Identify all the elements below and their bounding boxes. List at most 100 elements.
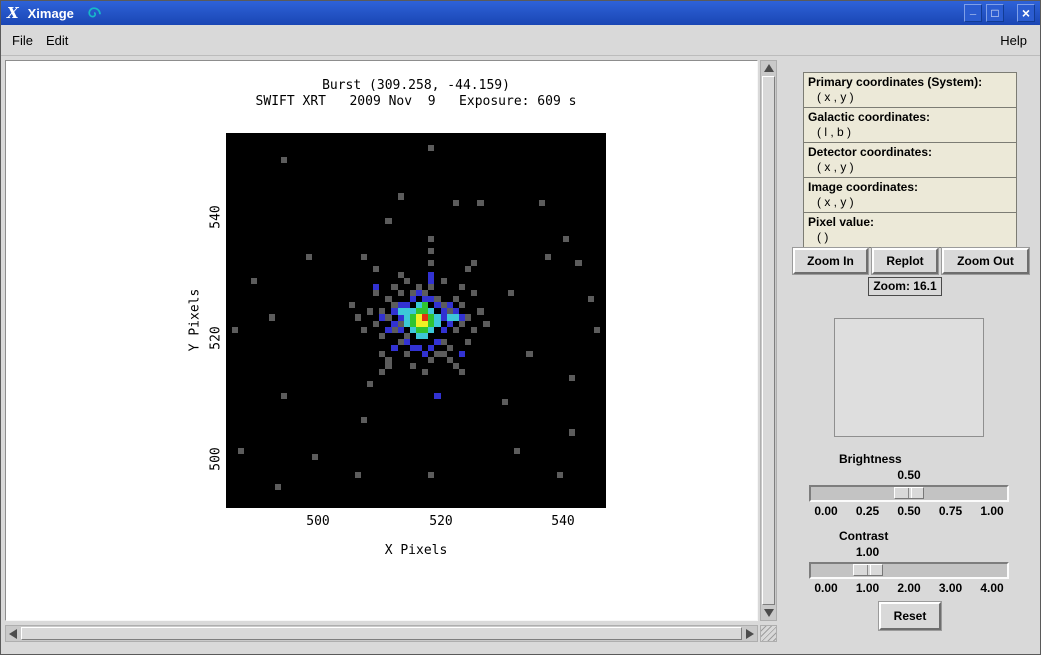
image-pixel: [385, 218, 391, 224]
image-pixel: [434, 339, 440, 345]
image-pixel: [471, 327, 477, 333]
vertical-scroll-thumb[interactable]: [762, 76, 775, 605]
horizontal-scrollbar[interactable]: [5, 625, 758, 642]
image-plot[interactable]: [226, 133, 606, 508]
image-pixel: [385, 363, 391, 369]
minimize-button[interactable]: _: [964, 4, 982, 22]
contrast-slider[interactable]: [809, 562, 1009, 579]
image-pixel: [306, 254, 312, 260]
image-pixel: [422, 333, 428, 339]
tick-label: 1.00: [980, 504, 1003, 518]
menubar: File Edit Help: [1, 25, 1040, 56]
brightness-slider-handle[interactable]: [894, 487, 924, 499]
pan-overview-box[interactable]: [834, 318, 984, 437]
image-pixel: [563, 236, 569, 242]
image-pixel: [575, 260, 581, 266]
tick-label: 0.00: [814, 504, 837, 518]
y-tick-label: 540: [209, 205, 224, 228]
tick-label: 2.00: [897, 581, 920, 595]
menu-file[interactable]: File: [5, 25, 40, 56]
image-pixel: [385, 327, 391, 333]
image-pixel: [238, 448, 244, 454]
tick-label: 1.00: [856, 581, 879, 595]
image-pixel: [477, 308, 483, 314]
image-pixel: [465, 266, 471, 272]
minimize-icon: _: [970, 7, 976, 13]
image-pixel: [477, 200, 483, 206]
coord-label: Image coordinates:: [808, 180, 1014, 194]
window-controls: _ □ ×: [960, 4, 1035, 22]
zoom-out-button[interactable]: Zoom Out: [942, 248, 1029, 274]
image-pixel: [232, 327, 238, 333]
image-pixel: [251, 278, 257, 284]
image-pixel: [367, 308, 373, 314]
contrast-value: 1.00: [856, 545, 879, 559]
close-button[interactable]: ×: [1017, 4, 1035, 22]
scroll-left-icon[interactable]: [9, 629, 17, 639]
coordinate-panel: Primary coordinates (System): ( x , y ) …: [803, 73, 1017, 248]
vertical-scrollbar[interactable]: [760, 60, 777, 621]
image-pixel: [428, 278, 434, 284]
plot-title: Burst (309.258, -44.159): [186, 78, 646, 93]
resize-grip[interactable]: [760, 625, 777, 642]
image-pixel: [459, 284, 465, 290]
image-pixel: [428, 284, 434, 290]
image-pixel: [557, 472, 563, 478]
image-pixel: [312, 454, 318, 460]
image-pixel: [447, 345, 453, 351]
coord-value: ( ): [808, 230, 1014, 244]
reset-button[interactable]: Reset: [879, 602, 941, 630]
replot-button[interactable]: Replot: [872, 248, 938, 274]
image-pixel: [483, 321, 489, 327]
image-pixel: [281, 157, 287, 163]
image-pixel: [453, 327, 459, 333]
image-pixel: [422, 327, 428, 333]
image-pixel: [441, 278, 447, 284]
brightness-value: 0.50: [897, 468, 920, 482]
image-pixel: [373, 266, 379, 272]
image-pixel: [391, 345, 397, 351]
image-pixel: [361, 417, 367, 423]
horizontal-scroll-thumb[interactable]: [21, 627, 742, 640]
image-pixel: [398, 327, 404, 333]
menu-help[interactable]: Help: [993, 25, 1034, 56]
brightness-slider[interactable]: [809, 485, 1009, 502]
close-icon: ×: [1022, 6, 1030, 20]
image-pixel: [379, 314, 385, 320]
scroll-down-icon[interactable]: [764, 609, 774, 617]
image-pixel: [367, 381, 373, 387]
zoom-in-button[interactable]: Zoom In: [793, 248, 868, 274]
image-pixel: [453, 314, 459, 320]
image-pixel: [459, 314, 465, 320]
titlebar[interactable]: X Ximage _ □ ×: [1, 1, 1040, 25]
image-pixel: [361, 254, 367, 260]
image-pixel: [545, 254, 551, 260]
image-pixel: [422, 369, 428, 375]
brightness-ticks: 0.000.250.500.751.00: [809, 504, 1009, 518]
image-pixel: [379, 333, 385, 339]
contrast-ticks: 0.001.002.003.004.00: [809, 581, 1009, 595]
image-pixel: [453, 200, 459, 206]
image-pixel: [447, 321, 453, 327]
image-pixel: [379, 369, 385, 375]
image-pixel: [526, 351, 532, 357]
image-pixel: [373, 284, 379, 290]
image-pixel: [361, 327, 367, 333]
maximize-button[interactable]: □: [986, 4, 1004, 22]
scroll-right-icon[interactable]: [746, 629, 754, 639]
image-pixel: [428, 357, 434, 363]
coord-label: Pixel value:: [808, 215, 1014, 229]
image-pixel: [355, 314, 361, 320]
x-axis-label: X Pixels: [226, 543, 606, 558]
coord-row-galactic: Galactic coordinates: ( l , b ): [803, 107, 1017, 143]
image-pixel: [398, 308, 404, 314]
image-pixel: [514, 448, 520, 454]
scroll-up-icon[interactable]: [764, 64, 774, 72]
image-pixel: [459, 369, 465, 375]
image-pixel: [428, 236, 434, 242]
menu-edit[interactable]: Edit: [39, 25, 75, 56]
tick-label: 4.00: [980, 581, 1003, 595]
contrast-slider-handle[interactable]: [853, 564, 883, 576]
plot-canvas[interactable]: Burst (309.258, -44.159) SWIFT XRT 2009 …: [5, 60, 758, 621]
x-tick-label: 520: [429, 514, 452, 529]
